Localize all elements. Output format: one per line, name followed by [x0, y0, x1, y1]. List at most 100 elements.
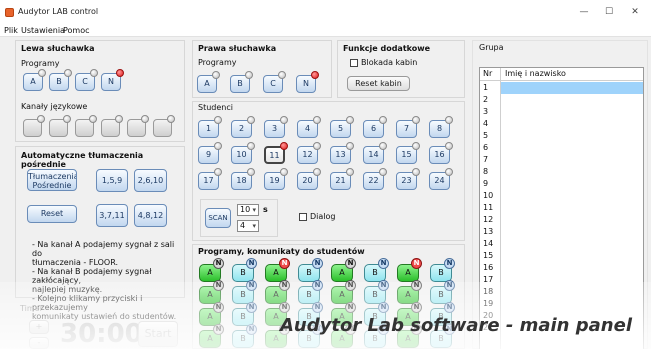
message-badge: N [213, 302, 224, 313]
table-row[interactable]: 8 [480, 166, 643, 178]
table-row[interactable]: 4 [480, 118, 643, 130]
row-number: 11 [483, 203, 494, 212]
menu-settings[interactable]: Ustawienia [21, 26, 65, 35]
name-cell[interactable] [501, 298, 643, 310]
message-badge: N [345, 258, 356, 269]
row-number: 4 [483, 119, 489, 128]
student-led [445, 116, 453, 124]
message-badge: N [279, 302, 290, 313]
table-row[interactable]: 11 [480, 202, 643, 214]
chevron-down-icon: ▾ [252, 206, 256, 214]
message-badge: N [246, 280, 257, 291]
table-row[interactable]: 3 [480, 106, 643, 118]
note-line: tłumaczenia - FLOOR. [32, 258, 119, 267]
table-row[interactable]: 9 [480, 178, 643, 190]
timer-plus-button[interactable]: + [29, 320, 49, 334]
chevron-down-icon: ▾ [252, 222, 256, 230]
scan-interval-select[interactable]: 10 ▾ [237, 204, 259, 216]
menu-file[interactable]: Plik [4, 26, 18, 35]
name-cell[interactable] [501, 94, 643, 106]
name-cell[interactable] [501, 262, 643, 274]
group-3-7-11-button[interactable]: 3,7,11 [96, 204, 128, 227]
group-table: Nr Imię i nazwisko 1 2 3 4 5 6 7 8 9 10 11 12 13 14 15… [479, 67, 644, 349]
message-badge: N [378, 280, 389, 291]
name-cell[interactable] [501, 202, 643, 214]
name-cell[interactable] [501, 214, 643, 226]
row-number: 10 [483, 191, 494, 200]
table-row[interactable]: 16 [480, 262, 643, 274]
group-4-8-12-button[interactable]: 4,8,12 [134, 204, 167, 227]
name-cell[interactable] [501, 154, 643, 166]
table-row[interactable]: 17 [480, 274, 643, 286]
name-cell[interactable] [501, 250, 643, 262]
maximize-button[interactable]: ☐ [598, 5, 620, 19]
student-led [379, 168, 387, 176]
table-row[interactable]: 6 [480, 142, 643, 154]
timer-minus-button[interactable]: - [29, 337, 49, 349]
name-cell[interactable] [501, 82, 643, 94]
auto-relay-panel: Automatyczne tłumaczenia pośrednie Tłuma… [15, 146, 185, 321]
scan-second-value: 4 [240, 221, 246, 230]
left-headphone-title: Lewa słuchawka [21, 44, 95, 53]
table-row[interactable]: 19 [480, 298, 643, 310]
left-programs-label: Programy [21, 59, 60, 68]
dialog-checkbox[interactable] [299, 213, 307, 221]
name-cell[interactable] [501, 130, 643, 142]
table-row[interactable]: 2 [480, 94, 643, 106]
message-badge: N [444, 302, 455, 313]
close-button[interactable]: ✕ [624, 5, 646, 19]
table-row[interactable]: 7 [480, 154, 643, 166]
name-cell[interactable] [501, 142, 643, 154]
language-channels-label: Kanały językowe [21, 102, 88, 111]
message-badge: N [279, 280, 290, 291]
table-row[interactable]: 12 [480, 214, 643, 226]
channel-3-led [89, 115, 97, 123]
table-row[interactable]: 15 [480, 250, 643, 262]
table-row[interactable]: 10 [480, 190, 643, 202]
message-badge: N [246, 324, 257, 335]
row-number: 12 [483, 215, 494, 224]
name-cell[interactable] [501, 190, 643, 202]
group-1-5-9-button[interactable]: 1,5,9 [96, 169, 128, 192]
student-led [445, 168, 453, 176]
scan-button[interactable]: SCAN [205, 208, 231, 228]
name-cell[interactable] [501, 106, 643, 118]
message-badge: N [246, 258, 257, 269]
table-row[interactable]: 18 [480, 286, 643, 298]
student-led [280, 116, 288, 124]
name-cell[interactable] [501, 226, 643, 238]
minimize-button[interactable]: — [573, 5, 595, 19]
student-led [313, 142, 321, 150]
table-row[interactable]: 1 [480, 82, 643, 94]
reset-cabins-button[interactable]: Reset kabin [347, 76, 410, 91]
message-badge: N [213, 324, 224, 335]
table-row[interactable]: 14 [480, 238, 643, 250]
timer-start-button[interactable]: Start [138, 321, 178, 347]
name-cell[interactable] [501, 286, 643, 298]
channel-4-led [115, 115, 123, 123]
student-led [346, 142, 354, 150]
student-led [412, 168, 420, 176]
message-badge: N [279, 258, 290, 269]
menu-help[interactable]: Pomoc [63, 26, 90, 35]
scan-interval-value: 10 [240, 205, 251, 214]
scan-second-select[interactable]: 4 ▾ [237, 220, 259, 232]
table-row[interactable]: 13 [480, 226, 643, 238]
group-panel: Grupa Nr Imię i nazwisko 1 2 3 4 5 6 7 8 9 10 11 12… [472, 40, 648, 349]
name-cell[interactable] [501, 118, 643, 130]
group-2-6-10-button[interactable]: 2,6,10 [134, 169, 167, 192]
left-headphone-panel: Lewa słuchawka Programy A B C N Kanały j… [15, 40, 185, 142]
name-cell[interactable] [501, 274, 643, 286]
auto-reset-button[interactable]: Reset [27, 205, 77, 223]
students-title: Studenci [198, 103, 233, 112]
row-number: 17 [483, 275, 494, 284]
relay-interpretation-button[interactable]: Tłumaczenia Pośrednie [27, 169, 77, 191]
right-headphone-panel: Prawa słuchawka Programy A B C N [192, 40, 332, 98]
note-line: - Kolejno klikamy przyciski i przekazuje… [32, 294, 143, 312]
name-cell[interactable] [501, 178, 643, 190]
message-badge: N [444, 280, 455, 291]
name-cell[interactable] [501, 166, 643, 178]
table-row[interactable]: 5 [480, 130, 643, 142]
name-cell[interactable] [501, 238, 643, 250]
cabin-lock-checkbox[interactable] [350, 59, 358, 67]
